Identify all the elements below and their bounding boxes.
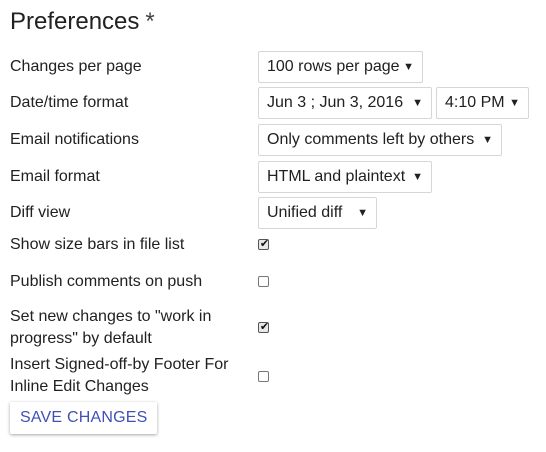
email-notifications-label: Email notifications <box>10 131 139 148</box>
email-format-select[interactable]: HTML and plaintext ▼ <box>258 161 432 193</box>
show-size-bars-label: Show size bars in file list <box>10 236 185 253</box>
changes-per-page-value: 100 rows per page <box>267 58 400 75</box>
email-notifications-select[interactable]: Only comments left by others ▼ <box>258 124 502 156</box>
email-format-label: Email format <box>10 168 100 185</box>
page-title-text: Preferences <box>10 8 140 35</box>
row-work-in-progress: Set new changes to "work in progress" by… <box>0 306 546 352</box>
email-notifications-value: Only comments left by others <box>267 131 475 148</box>
row-email-format: Email format HTML and plaintext ▼ <box>0 161 546 193</box>
unsaved-indicator: * <box>145 8 155 35</box>
page-title: Preferences * <box>10 6 155 38</box>
diff-view-select[interactable]: Unified diff ▼ <box>258 197 377 229</box>
publish-comments-checkbox[interactable] <box>258 276 269 287</box>
chevron-down-icon: ▼ <box>509 97 520 109</box>
row-email-notifications: Email notifications Only comments left b… <box>0 124 546 156</box>
checkmark-icon: ✔ <box>259 320 270 333</box>
signed-off-by-checkbox[interactable] <box>258 371 269 382</box>
publish-comments-label: Publish comments on push <box>10 273 203 290</box>
chevron-down-icon: ▼ <box>412 97 423 109</box>
work-in-progress-checkbox[interactable]: ✔ <box>258 320 270 333</box>
date-format-value: Jun 3 ; Jun 3, 2016 <box>267 94 404 111</box>
chevron-down-icon: ▼ <box>412 171 423 183</box>
row-publish-comments-on-push: Publish comments on push <box>0 271 546 295</box>
row-changes-per-page: Changes per page 100 rows per page ▼ <box>0 51 546 83</box>
changes-per-page-label: Changes per page <box>10 58 142 75</box>
signed-off-by-label: Insert Signed-off-by Footer For Inline E… <box>10 356 229 395</box>
email-format-value: HTML and plaintext <box>267 168 406 185</box>
date-time-format-label: Date/time format <box>10 94 129 111</box>
time-format-value: 4:10 PM <box>445 94 505 111</box>
chevron-down-icon: ▼ <box>357 207 368 219</box>
row-diff-view: Diff view Unified diff ▼ <box>0 197 546 229</box>
date-format-select[interactable]: Jun 3 ; Jun 3, 2016 ▼ <box>258 87 432 119</box>
chevron-down-icon: ▼ <box>482 134 493 146</box>
changes-per-page-select[interactable]: 100 rows per page ▼ <box>258 51 423 83</box>
chevron-down-icon: ▼ <box>403 61 414 73</box>
diff-view-label: Diff view <box>10 204 71 221</box>
diff-view-value: Unified diff <box>267 204 343 221</box>
time-format-select[interactable]: 4:10 PM ▼ <box>436 87 529 119</box>
row-show-size-bars: Show size bars in file list ✔ <box>0 234 546 258</box>
work-in-progress-label: Set new changes to "work in progress" by… <box>10 308 212 347</box>
row-date-time-format: Date/time format Jun 3 ; Jun 3, 2016 ▼ 4… <box>0 87 546 119</box>
row-signed-off-by-footer: Insert Signed-off-by Footer For Inline E… <box>0 354 546 400</box>
checkmark-icon: ✔ <box>259 237 270 250</box>
show-size-bars-checkbox[interactable]: ✔ <box>258 237 270 250</box>
save-changes-button[interactable]: SAVE CHANGES <box>10 402 158 434</box>
